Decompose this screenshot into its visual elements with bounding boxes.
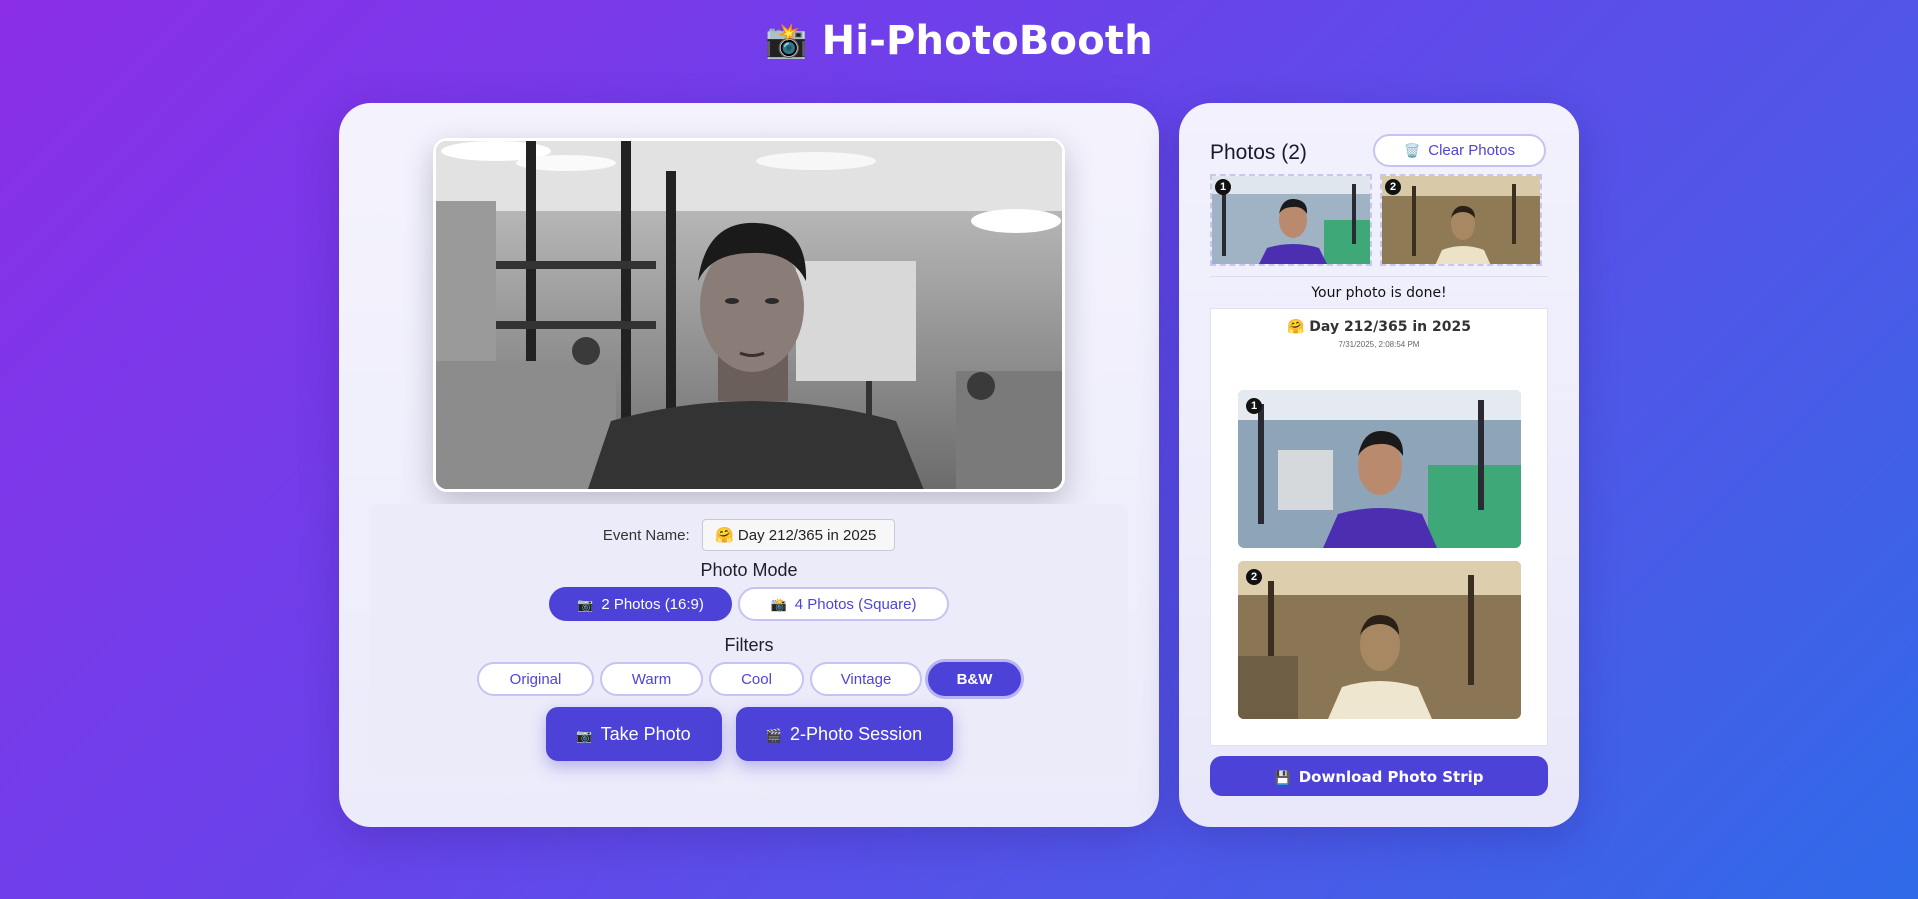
- camera-icon: 📷: [577, 597, 594, 612]
- divider: [1210, 276, 1548, 277]
- strip-photo-number-badge: 2: [1246, 569, 1262, 585]
- event-name-row: Event Name:: [370, 519, 1128, 551]
- booth-panel: Event Name: Photo Mode 📷2 Photos (16:9) …: [339, 103, 1159, 827]
- filter-options: Original Warm Cool Vintage B&W: [370, 662, 1128, 696]
- filters-title: Filters: [724, 635, 774, 655]
- filter-original-button[interactable]: Original: [477, 662, 594, 696]
- strip-photo: 2: [1238, 561, 1521, 719]
- download-photo-strip-button[interactable]: 💾 Download Photo Strip: [1210, 756, 1548, 796]
- thumbnail-image: [1382, 176, 1540, 264]
- filter-cool-button[interactable]: Cool: [709, 662, 804, 696]
- app-title: 📸 Hi-PhotoBooth: [0, 18, 1918, 64]
- photo-thumbnail[interactable]: 1: [1210, 174, 1372, 266]
- photos-count-title: Photos (2): [1210, 141, 1307, 164]
- photo-done-message: Your photo is done!: [1311, 285, 1447, 301]
- photo-mode-options: 📷 2 Photos (16:9) 📸 4 Photos (Square): [370, 587, 1128, 621]
- photo-thumbnail[interactable]: 2: [1380, 174, 1542, 266]
- strip-title: 🤗 Day 212/365 in 2025: [1287, 319, 1471, 335]
- photo-strip-preview: 🤗 Day 212/365 in 2025 7/31/2025, 2:08:54…: [1210, 308, 1548, 746]
- event-name-label: Event Name:: [602, 526, 690, 544]
- two-photo-session-button[interactable]: 🎬 2-Photo Session: [735, 707, 953, 761]
- camera-flash-icon: 📸: [770, 597, 787, 612]
- strip-photo-image: [1238, 561, 1521, 719]
- photos-panel: Photos (2) 🗑️ Clear Photos 1 2 Your phot…: [1179, 103, 1579, 827]
- camera-icon: 📷: [576, 728, 593, 743]
- mode-4-photos-button[interactable]: 📸 4 Photos (Square): [738, 587, 949, 621]
- camera-preview: [433, 138, 1065, 492]
- app-title-text: Hi-PhotoBooth: [821, 18, 1153, 64]
- camera-feed-image: [436, 141, 1062, 489]
- clear-photos-button[interactable]: 🗑️ Clear Photos: [1373, 134, 1546, 167]
- clapperboard-icon: 🎬: [765, 728, 783, 743]
- action-buttons: 📷 Take Photo 🎬 2-Photo Session: [370, 707, 1128, 761]
- controls-panel: Event Name: Photo Mode 📷2 Photos (16:9) …: [370, 504, 1128, 774]
- take-photo-button[interactable]: 📷 Take Photo: [545, 707, 722, 761]
- strip-photo: 1: [1238, 390, 1521, 548]
- mode-2-photos-button[interactable]: 📷 2 Photos (16:9): [549, 587, 732, 621]
- thumbnail-number-badge: 1: [1215, 179, 1231, 195]
- thumbnail-image: [1212, 176, 1370, 264]
- floppy-disk-icon: 💾: [1274, 771, 1291, 786]
- thumbnail-number-badge: 2: [1385, 179, 1401, 195]
- filter-bw-button[interactable]: B&W: [928, 662, 1021, 696]
- filter-vintage-button[interactable]: Vintage: [810, 662, 922, 696]
- strip-timestamp: 7/31/2025, 2:08:54 PM: [1338, 340, 1420, 349]
- photo-mode-title: Photo Mode: [700, 560, 798, 580]
- event-name-input[interactable]: [702, 519, 896, 551]
- strip-photo-image: [1238, 390, 1521, 548]
- camera-icon: 📸: [765, 21, 808, 61]
- strip-photo-number-badge: 1: [1246, 398, 1262, 414]
- filter-warm-button[interactable]: Warm: [600, 662, 703, 696]
- trash-icon: 🗑️: [1404, 143, 1421, 158]
